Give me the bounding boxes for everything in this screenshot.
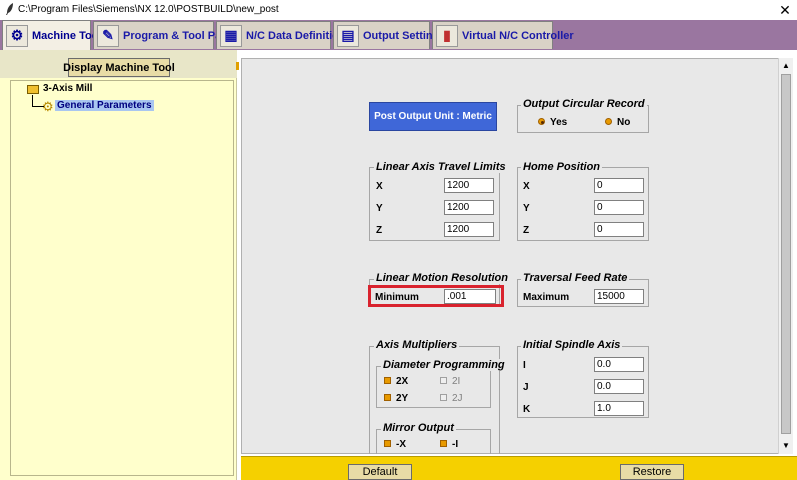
group-title: Linear Axis Travel Limits bbox=[374, 161, 508, 173]
home-y-input[interactable]: 0 bbox=[594, 200, 644, 215]
field-label: J bbox=[523, 382, 529, 393]
nc-data-icon: ▦ bbox=[220, 24, 242, 47]
group-title: Initial Spindle Axis bbox=[521, 339, 623, 351]
checkbox-label: 2J bbox=[452, 393, 463, 404]
group-title: Output Circular Record bbox=[521, 98, 647, 110]
checkbox-2j bbox=[440, 394, 447, 401]
checkbox-2y[interactable] bbox=[384, 394, 391, 401]
tree-item-general-parameters[interactable]: General Parameters bbox=[55, 100, 154, 111]
checkbox-label: 2Y bbox=[396, 393, 409, 404]
field-label: X bbox=[376, 181, 383, 192]
machine-tool-icon: ⚙ bbox=[6, 24, 28, 47]
window-title: C:\Program Files\Siemens\NX 12.0\POSTBUI… bbox=[18, 4, 279, 15]
highlight-box bbox=[368, 285, 504, 307]
group-title: Diameter Programming bbox=[381, 359, 507, 371]
default-button[interactable]: Default bbox=[348, 464, 412, 480]
post-output-unit-button[interactable]: Post Output Unit : Metric bbox=[369, 102, 497, 131]
title-bar: C:\Program Files\Siemens\NX 12.0\POSTBUI… bbox=[0, 0, 797, 20]
checkbox-label: 2I bbox=[452, 376, 461, 387]
feed-rate-maximum-input[interactable]: 15000 bbox=[594, 289, 644, 304]
checkbox-label: -I bbox=[452, 439, 459, 450]
group-title: Axis Multipliers bbox=[374, 339, 460, 351]
checkbox-label: -X bbox=[396, 439, 406, 450]
radio-label-yes: Yes bbox=[550, 117, 568, 128]
travel-limit-x-input[interactable]: 1200 bbox=[444, 178, 494, 193]
program-icon: ✎ bbox=[97, 24, 119, 47]
tab-machine-tool[interactable]: ⚙ Machine Tool bbox=[2, 20, 101, 50]
display-machine-tool-button[interactable]: Display Machine Tool bbox=[63, 58, 175, 77]
checkbox-label: 2X bbox=[396, 376, 409, 387]
main-panel bbox=[241, 58, 786, 454]
restore-button[interactable]: Restore bbox=[620, 464, 684, 480]
group-title: Linear Motion Resolution bbox=[374, 272, 510, 284]
field-label: Y bbox=[523, 203, 530, 214]
checkbox-2x[interactable] bbox=[384, 377, 391, 384]
spindle-k-input[interactable]: 1.0 bbox=[594, 401, 644, 416]
scroll-thumb[interactable] bbox=[781, 74, 791, 434]
tree-root-item[interactable]: 3-Axis Mill bbox=[43, 83, 92, 94]
radio-no[interactable] bbox=[605, 118, 612, 125]
checkbox-mirror-i[interactable] bbox=[440, 440, 447, 447]
field-label: Maximum bbox=[523, 292, 570, 303]
vertical-scrollbar[interactable]: ▲ ▼ bbox=[778, 58, 793, 454]
home-z-input[interactable]: 0 bbox=[594, 222, 644, 237]
group-title: Traversal Feed Rate bbox=[521, 272, 630, 284]
left-panel: Display Machine Tool 3-Axis Mill ⚙ Gener… bbox=[0, 50, 237, 480]
group-title: Home Position bbox=[521, 161, 603, 173]
home-x-input[interactable]: 0 bbox=[594, 178, 644, 193]
field-label: Y bbox=[376, 203, 383, 214]
tab-label: Machine Tool bbox=[32, 29, 102, 42]
checkbox-mirror-x[interactable] bbox=[384, 440, 391, 447]
virtual-controller-icon: ▮ bbox=[436, 24, 458, 47]
checkbox-2i bbox=[440, 377, 447, 384]
diameter-programming-group bbox=[376, 366, 491, 408]
tree-view: 3-Axis Mill ⚙ General Parameters bbox=[10, 80, 234, 476]
scroll-up-icon[interactable]: ▲ bbox=[779, 60, 793, 72]
travel-limit-y-input[interactable]: 1200 bbox=[444, 200, 494, 215]
radio-yes[interactable] bbox=[538, 118, 545, 125]
field-label: Z bbox=[376, 225, 383, 236]
tab-virtual-nc-controller[interactable]: ▮ Virtual N/C Controller bbox=[432, 21, 574, 49]
feather-icon bbox=[6, 3, 13, 15]
tab-label: Virtual N/C Controller bbox=[462, 29, 574, 42]
output-settings-icon: ▤ bbox=[337, 24, 359, 47]
spindle-i-input[interactable]: 0.0 bbox=[594, 357, 644, 372]
radio-label-no: No bbox=[617, 117, 631, 128]
folder-icon bbox=[27, 85, 39, 94]
tab-strip: ⚙ Machine Tool ✎ Program & Tool Path ▦ N… bbox=[0, 20, 797, 50]
scroll-down-icon[interactable]: ▼ bbox=[779, 440, 793, 452]
tab-program-tool-path[interactable]: ✎ Program & Tool Path bbox=[93, 21, 232, 49]
travel-limit-z-input[interactable]: 1200 bbox=[444, 222, 494, 237]
field-label: Z bbox=[523, 225, 530, 236]
spindle-j-input[interactable]: 0.0 bbox=[594, 379, 644, 394]
gear-icon: ⚙ bbox=[42, 99, 54, 114]
bottom-button-bar bbox=[241, 456, 797, 480]
field-label: X bbox=[523, 181, 530, 192]
group-title: Mirror Output bbox=[381, 422, 456, 434]
tab-nc-data-definitions[interactable]: ▦ N/C Data Definitions bbox=[216, 21, 352, 49]
field-label: I bbox=[523, 360, 526, 371]
close-button[interactable]: ✕ bbox=[775, 1, 795, 19]
tab-output-settings[interactable]: ▤ Output Settings bbox=[333, 21, 446, 49]
field-label: K bbox=[523, 404, 531, 415]
splitter-handle[interactable] bbox=[236, 62, 239, 70]
